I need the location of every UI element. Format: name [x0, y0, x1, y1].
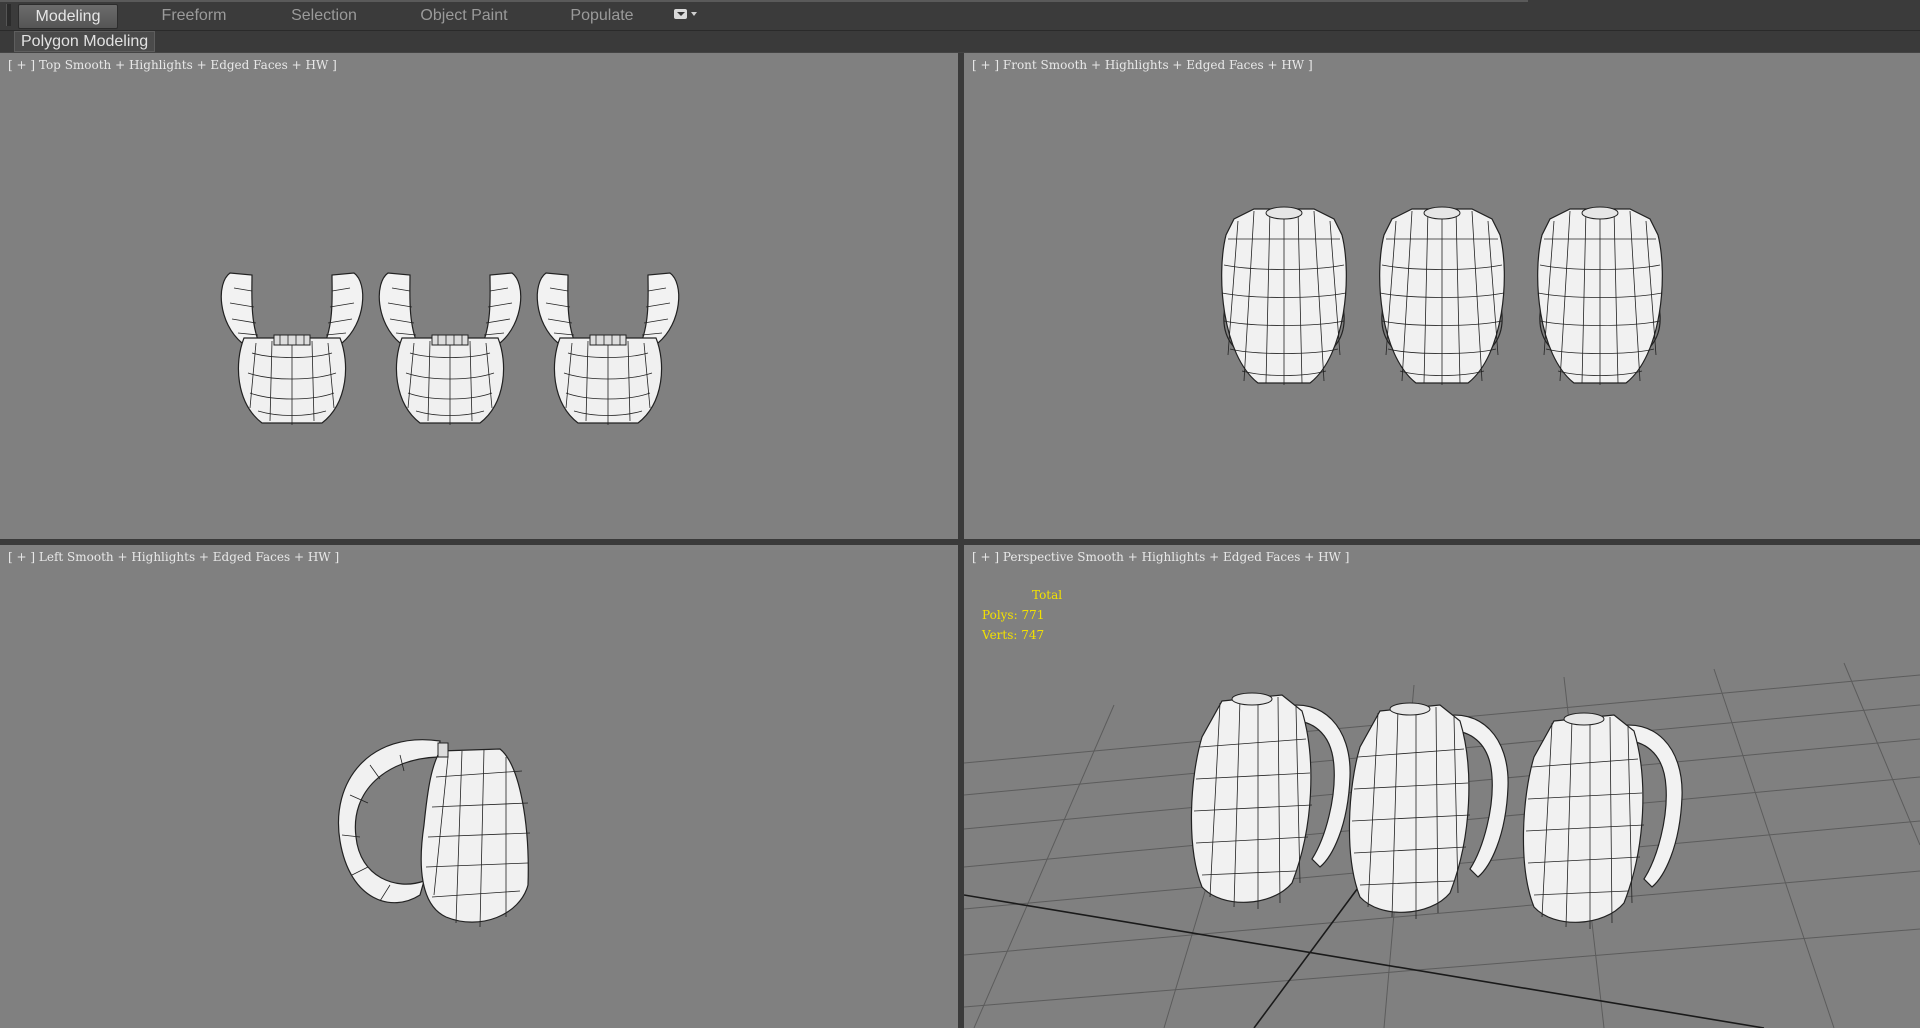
backpack-front-1: [1221, 206, 1347, 386]
ribbon-top-line: [0, 0, 1528, 2]
viewport-divider-horizontal[interactable]: [0, 539, 1920, 545]
left-view-backpack-model: [338, 739, 531, 928]
backpack-front-3: [1537, 206, 1663, 386]
tab-object-paint[interactable]: Object Paint: [412, 4, 516, 27]
backpack-top-1: [220, 272, 364, 426]
ribbon-tab-bar: Modeling Freeform Selection Object Paint…: [0, 0, 1920, 31]
front-view-backpack-models: [1221, 206, 1663, 386]
backpack-perspective-3: [1522, 712, 1683, 930]
viewport-left[interactable]: [ + ] Left Smooth + Highlights + Edged F…: [0, 545, 958, 1028]
top-view-backpack-models: [220, 272, 680, 426]
tab-freeform[interactable]: Freeform: [148, 4, 240, 27]
ribbon-grip-handle[interactable]: [6, 4, 11, 26]
tab-modeling[interactable]: Modeling: [18, 4, 118, 29]
chevron-down-icon: [691, 12, 697, 16]
perspective-view-scene: [964, 662, 1920, 1028]
backpack-top-2: [378, 272, 522, 426]
viewport-perspective[interactable]: [ + ] Perspective Smooth + Highlights + …: [964, 545, 1920, 1028]
backpack-perspective-1: [1190, 692, 1351, 910]
ribbon-panel: Polygon Modeling: [0, 31, 1920, 52]
backpack-perspective-2: [1348, 702, 1509, 920]
backpack-front-2: [1379, 206, 1505, 386]
viewport-front[interactable]: [ + ] Front Smooth + Highlights + Edged …: [964, 53, 1920, 539]
ribbon-options-dropdown[interactable]: [674, 8, 702, 24]
tab-selection[interactable]: Selection: [278, 4, 370, 27]
ribbon-options-icon: [674, 9, 687, 19]
grid-axis-line: [964, 894, 1765, 1028]
polygon-modeling-panel-button[interactable]: Polygon Modeling: [14, 31, 156, 52]
backpack-top-3: [536, 272, 680, 426]
tab-populate[interactable]: Populate: [562, 4, 642, 27]
viewport-top[interactable]: [ + ] Top Smooth + Highlights + Edged Fa…: [0, 53, 958, 539]
